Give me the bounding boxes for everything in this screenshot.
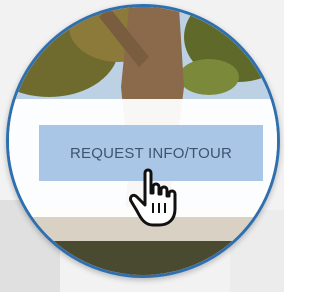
magnifier-lens: REQUEST INFO/TOUR: [6, 4, 280, 278]
hand-pointer-icon: [129, 168, 177, 227]
footer-strip: [9, 241, 277, 275]
